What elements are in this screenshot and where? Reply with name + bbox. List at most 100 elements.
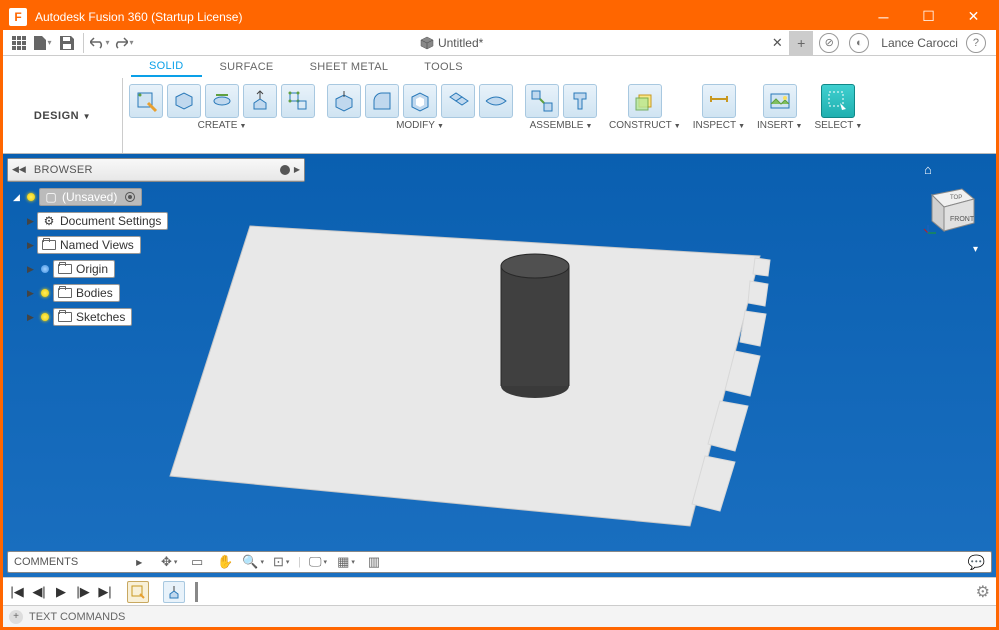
- select-menu[interactable]: SELECT▼: [814, 120, 862, 131]
- timeline-marker[interactable]: [195, 582, 198, 602]
- expand-icon[interactable]: ▶: [27, 240, 37, 251]
- expand-icon[interactable]: ▶: [27, 312, 37, 323]
- home-view-button[interactable]: ⌂: [924, 162, 978, 177]
- user-menu[interactable]: Lance Carocci: [881, 36, 958, 50]
- insert-menu[interactable]: INSERT▼: [757, 120, 802, 131]
- shell-button[interactable]: [403, 84, 437, 118]
- expand-icon[interactable]: ◢: [13, 192, 23, 203]
- visibility-icon[interactable]: [23, 190, 39, 204]
- new-sketch-button[interactable]: [129, 84, 163, 118]
- visibility-icon[interactable]: [37, 286, 53, 300]
- document-tab[interactable]: Untitled*: [420, 36, 483, 50]
- select-tool-button[interactable]: [821, 84, 855, 118]
- grid-settings-button[interactable]: ▦: [335, 553, 357, 571]
- undo-button[interactable]: ▾: [88, 32, 112, 54]
- tab-tools[interactable]: TOOLS: [406, 56, 481, 77]
- viewport[interactable]: ◀◀ BROWSER ▶ ◢ ▢ (Unsaved): [3, 154, 996, 577]
- browser-panel: ◀◀ BROWSER ▶: [7, 158, 305, 182]
- extrude-button[interactable]: [243, 84, 277, 118]
- display-settings-button[interactable]: 🖵: [307, 553, 329, 571]
- joint-button[interactable]: [525, 84, 559, 118]
- inspect-button[interactable]: [702, 84, 736, 118]
- create-menu[interactable]: CREATE▼: [198, 120, 247, 131]
- viewcube-menu-icon[interactable]: ▾: [922, 244, 978, 255]
- tab-sheet-metal[interactable]: SHEET METAL: [292, 56, 407, 77]
- tab-surface[interactable]: SURFACE: [202, 56, 292, 77]
- tree-node-bodies[interactable]: ▶ Bodies: [27, 282, 168, 304]
- save-button[interactable]: [55, 32, 79, 54]
- browser-collapse-icon[interactable]: ◀◀: [12, 164, 26, 175]
- inspect-menu[interactable]: INSPECT▼: [693, 120, 745, 131]
- create-form-button[interactable]: [167, 84, 201, 118]
- zoom-button[interactable]: 🔍: [242, 553, 264, 571]
- chat-icon[interactable]: 💬: [968, 554, 985, 571]
- fillet-button[interactable]: [365, 84, 399, 118]
- viewcube[interactable]: TOP FRONT: [922, 181, 978, 237]
- timeline-step-back-button[interactable]: ◀|: [31, 584, 47, 600]
- close-tab-button[interactable]: ✕: [767, 32, 787, 54]
- document-settings-chip[interactable]: ⚙ Document Settings: [37, 212, 168, 230]
- expand-icon[interactable]: ▶: [27, 216, 37, 227]
- maximize-button[interactable]: ☐: [906, 3, 951, 30]
- combine-button[interactable]: [441, 84, 475, 118]
- timeline-settings-button[interactable]: ⚙: [976, 582, 990, 602]
- 3d-scene[interactable]: [120, 166, 880, 566]
- comments-expand-icon[interactable]: ▶: [136, 558, 146, 567]
- job-status-button[interactable]: ◐: [849, 33, 869, 53]
- modify-group: MODIFY▼: [321, 78, 519, 153]
- expand-icon[interactable]: ▶: [27, 288, 37, 299]
- browser-settings-icon[interactable]: [280, 165, 290, 175]
- help-button[interactable]: ?: [966, 33, 986, 53]
- fit-button[interactable]: ⊡: [270, 553, 292, 571]
- construct-button[interactable]: [628, 84, 662, 118]
- look-at-button[interactable]: ▭: [186, 553, 208, 571]
- workspace-button[interactable]: DESIGN ▼: [34, 110, 91, 122]
- comments-label[interactable]: COMMENTS: [14, 556, 78, 568]
- press-pull-button[interactable]: [327, 84, 361, 118]
- insert-button[interactable]: [763, 84, 797, 118]
- as-built-joint-button[interactable]: [563, 84, 597, 118]
- bodies-chip[interactable]: Bodies: [53, 284, 120, 302]
- folder-icon: [42, 239, 56, 251]
- new-tab-button[interactable]: +: [789, 31, 813, 55]
- tree-node-named-views[interactable]: ▶ Named Views: [27, 234, 168, 256]
- named-views-chip[interactable]: Named Views: [37, 236, 141, 254]
- derive-button[interactable]: [205, 84, 239, 118]
- expand-text-commands-button[interactable]: +: [9, 610, 23, 624]
- close-button[interactable]: ✕: [951, 3, 996, 30]
- timeline-sketch-feature[interactable]: [127, 581, 149, 603]
- revolve-button[interactable]: [281, 84, 315, 118]
- tree-node-document-settings[interactable]: ▶ ⚙ Document Settings: [27, 210, 168, 232]
- modify-menu[interactable]: MODIFY▼: [396, 120, 444, 131]
- timeline-start-button[interactable]: |◀: [9, 584, 25, 600]
- timeline-end-button[interactable]: ▶|: [97, 584, 113, 600]
- tree-node-sketches[interactable]: ▶ Sketches: [27, 306, 168, 328]
- timeline-play-button[interactable]: ▶: [53, 584, 69, 600]
- extensions-button[interactable]: ⊘: [819, 33, 839, 53]
- tree-root-node[interactable]: ◢ ▢ (Unsaved): [13, 186, 168, 208]
- tree-node-origin[interactable]: ▶ Origin: [27, 258, 168, 280]
- minimize-button[interactable]: ─: [861, 3, 906, 30]
- redo-button[interactable]: ▾: [112, 32, 136, 54]
- assemble-menu[interactable]: ASSEMBLE▼: [530, 120, 593, 131]
- expand-icon[interactable]: ▶: [27, 264, 37, 275]
- visibility-icon[interactable]: [37, 262, 53, 276]
- tab-solid[interactable]: SOLID: [131, 56, 202, 77]
- draft-button[interactable]: [479, 84, 513, 118]
- orbit-button[interactable]: ✥: [158, 553, 180, 571]
- active-component-icon[interactable]: [125, 192, 135, 202]
- construct-group: CONSTRUCT▼: [603, 78, 687, 153]
- root-component-chip[interactable]: ▢ (Unsaved): [39, 188, 142, 206]
- browser-menu-icon[interactable]: ▶: [294, 165, 300, 175]
- sketches-chip[interactable]: Sketches: [53, 308, 132, 326]
- pan-button[interactable]: ✋: [214, 553, 236, 571]
- construct-menu[interactable]: CONSTRUCT▼: [609, 120, 681, 131]
- file-menu-button[interactable]: ▾: [31, 32, 55, 54]
- browser-header: ◀◀ BROWSER ▶: [8, 159, 304, 181]
- visibility-icon[interactable]: [37, 310, 53, 324]
- origin-chip[interactable]: Origin: [53, 260, 115, 278]
- timeline-step-fwd-button[interactable]: |▶: [75, 584, 91, 600]
- viewport-layout-button[interactable]: ▥: [363, 553, 385, 571]
- data-panel-button[interactable]: [7, 32, 31, 54]
- timeline-extrude-feature[interactable]: [163, 581, 185, 603]
